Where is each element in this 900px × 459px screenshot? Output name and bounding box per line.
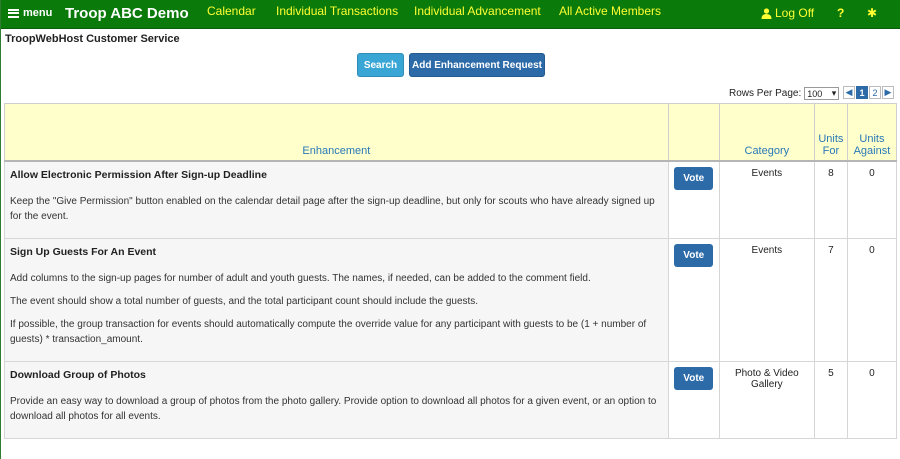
pagination: ◀ 1 2 ▶ [843,86,894,99]
rows-per-page-select[interactable]: 100 ▾ [804,87,840,100]
column-header-units-for[interactable]: Units For [813,103,848,162]
rows-per-page: Rows Per Page: 100 ▾ [729,87,840,100]
next-page-icon[interactable]: ▶ [882,86,894,99]
units-for-cell: 7 [813,237,848,362]
enhancement-description: Add columns to the sign-up pages for num… [10,272,591,284]
table-row: Sign Up Guests For An Event Add columns … [4,237,898,362]
prev-page-icon[interactable]: ◀ [843,86,855,99]
rows-per-page-value: 100 [807,88,823,99]
page-title: TroopWebHost Customer Service [5,33,180,45]
category-cell: Events [718,160,815,239]
nav-individual-advancement[interactable]: Individual Advancement [414,4,541,18]
rows-per-page-label: Rows Per Page: [729,88,802,99]
category-cell: Events [718,237,815,362]
vote-button[interactable]: Vote [674,366,714,390]
logoff-link[interactable]: Log Off [761,6,814,20]
units-against-cell: 0 [846,360,898,439]
vote-cell: Vote [667,360,720,439]
page-2-button[interactable]: 2 [869,86,881,99]
enhancement-description: Keep the "Give Permission" button enable… [10,195,655,222]
add-enhancement-request-button[interactable]: Add Enhancement Request [409,53,545,77]
help-icon[interactable]: ? [837,6,844,20]
units-against-cell: 0 [846,237,898,362]
enhancement-cell: Allow Electronic Permission After Sign-u… [4,160,669,239]
enhancement-title: Sign Up Guests For An Event [10,245,157,258]
units-against-cell: 0 [846,160,898,239]
chevron-down-icon: ▾ [831,88,837,98]
user-icon [761,7,772,19]
hamburger-icon [8,8,19,18]
vote-button[interactable]: Vote [674,166,714,190]
table-row: Download Group of Photos Provide an easy… [4,360,898,439]
gear-icon[interactable]: ✱ [867,6,877,20]
enhancement-description: The event should show a total number of … [10,295,479,307]
enhancement-title: Allow Electronic Permission After Sign-u… [10,168,267,181]
column-header-units-against[interactable]: Units Against [846,103,898,162]
column-header-enhancement[interactable]: Enhancement [4,103,669,162]
menu-button[interactable]: menu [8,7,52,19]
column-header-vote [667,103,720,162]
app-title[interactable]: Troop ABC Demo [65,5,189,22]
enhancement-description: Provide an easy way to download a group … [10,395,657,422]
enhancements-table: Enhancement Category Units For Units Aga… [4,103,898,439]
vote-button[interactable]: Vote [674,243,714,267]
vote-cell: Vote [667,237,720,362]
units-for-cell: 5 [813,360,848,439]
units-for-cell: 8 [813,160,848,239]
page-1-button[interactable]: 1 [856,86,868,99]
enhancement-title: Download Group of Photos [10,368,146,381]
vote-cell: Vote [667,160,720,239]
enhancement-description: If possible, the group transaction for e… [10,318,647,345]
table-row: Allow Electronic Permission After Sign-u… [4,160,898,239]
enhancement-cell: Download Group of Photos Provide an easy… [4,360,669,439]
top-navigation-bar: menu Troop ABC Demo Calendar Individual … [1,0,900,29]
column-header-category[interactable]: Category [718,103,815,162]
nav-individual-transactions[interactable]: Individual Transactions [276,4,398,18]
logoff-label: Log Off [775,6,815,20]
menu-label: menu [23,7,53,19]
nav-all-active-members[interactable]: All Active Members [559,4,661,18]
nav-calendar[interactable]: Calendar [207,4,256,18]
enhancement-cell: Sign Up Guests For An Event Add columns … [4,237,669,362]
category-cell: Photo & Video Gallery [718,360,815,439]
search-button[interactable]: Search [357,53,404,77]
